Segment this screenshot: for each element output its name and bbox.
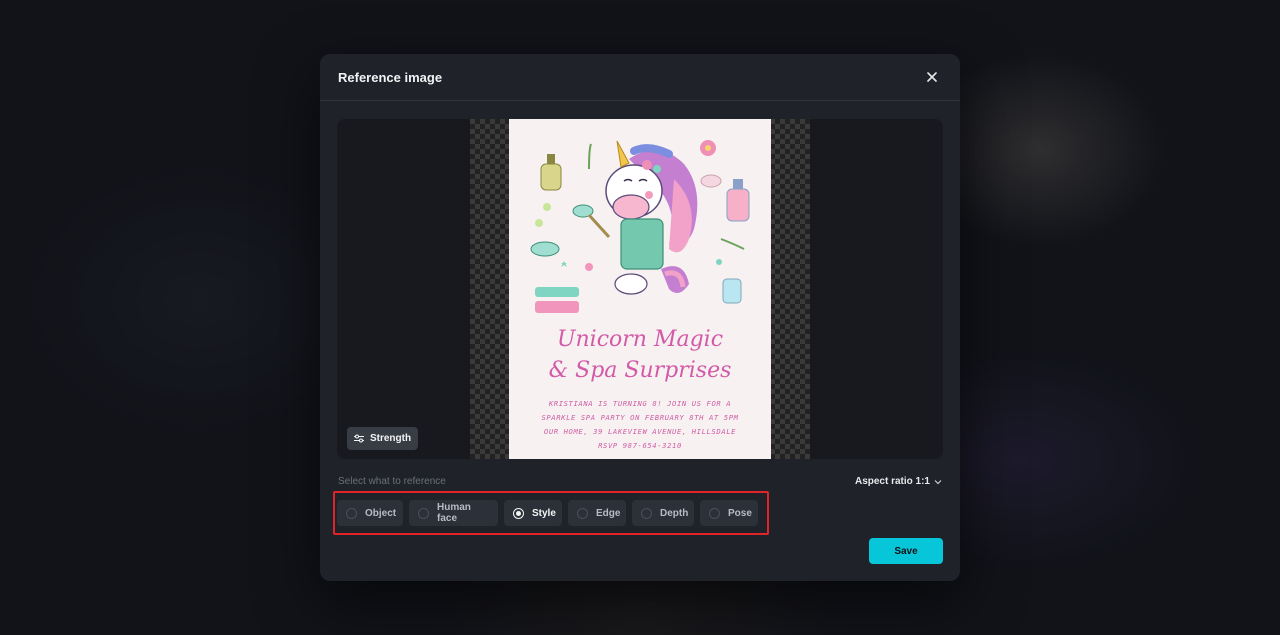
sliders-icon — [353, 434, 364, 443]
option-human-face[interactable]: Human face — [409, 500, 498, 526]
invite-detail-line: RSVP 987-654-3210 — [598, 441, 682, 450]
option-style[interactable]: Style — [504, 500, 562, 526]
option-label: Depth — [660, 507, 689, 519]
modal-title: Reference image — [338, 69, 443, 85]
reference-select-label: Select what to reference — [338, 476, 446, 487]
invite-detail-line: OUR HOME, 39 LAKEVIEW AVENUE, HILLSDALE — [543, 427, 737, 436]
option-depth[interactable]: Depth — [632, 500, 694, 526]
image-preview: Unicorn Magic & Spa Surprises KRISTIANA … — [337, 119, 943, 459]
radio-icon — [641, 507, 652, 519]
invite-heading-line1: Unicorn Magic — [556, 327, 724, 352]
aspect-ratio-dropdown[interactable]: Aspect ratio 1:1 — [855, 476, 942, 487]
option-edge[interactable]: Edge — [568, 500, 626, 526]
invite-detail-line: KRISTIANA IS TURNING 8! JOIN US FOR A — [548, 399, 732, 408]
radio-icon — [418, 507, 429, 519]
modal-header: Reference image — [320, 54, 960, 101]
radio-selected-icon — [513, 507, 524, 519]
close-button[interactable] — [922, 67, 942, 87]
strength-label: Strength — [369, 433, 412, 444]
save-button[interactable]: Save — [869, 538, 943, 564]
reference-options: Object Human face Style Edge Depth Pose — [337, 500, 758, 526]
radio-icon — [577, 507, 588, 519]
reference-image: Unicorn Magic & Spa Surprises KRISTIANA … — [509, 119, 771, 459]
invite-heading-line2: & Spa Surprises — [548, 358, 732, 383]
option-label: Edge — [596, 507, 621, 519]
option-label: Pose — [728, 507, 752, 519]
option-label: Style — [532, 507, 556, 519]
unicorn-illustration — [530, 140, 750, 313]
option-label: Object — [365, 507, 397, 519]
aspect-ratio-label: Aspect ratio 1:1 — [854, 476, 930, 487]
radio-icon — [709, 507, 720, 519]
option-pose[interactable]: Pose — [700, 500, 758, 526]
reference-image-modal: Reference image Unicorn Magic & Spa Surp… — [320, 54, 960, 581]
radio-icon — [346, 507, 357, 519]
option-object[interactable]: Object — [337, 500, 403, 526]
option-label: Human face — [437, 502, 471, 524]
strength-button[interactable]: Strength — [347, 427, 418, 450]
chevron-down-icon — [934, 479, 942, 484]
close-icon — [927, 72, 937, 82]
invite-detail-line: SPARKLE SPA PARTY ON FEBRUARY 8TH AT 5PM — [541, 413, 739, 422]
